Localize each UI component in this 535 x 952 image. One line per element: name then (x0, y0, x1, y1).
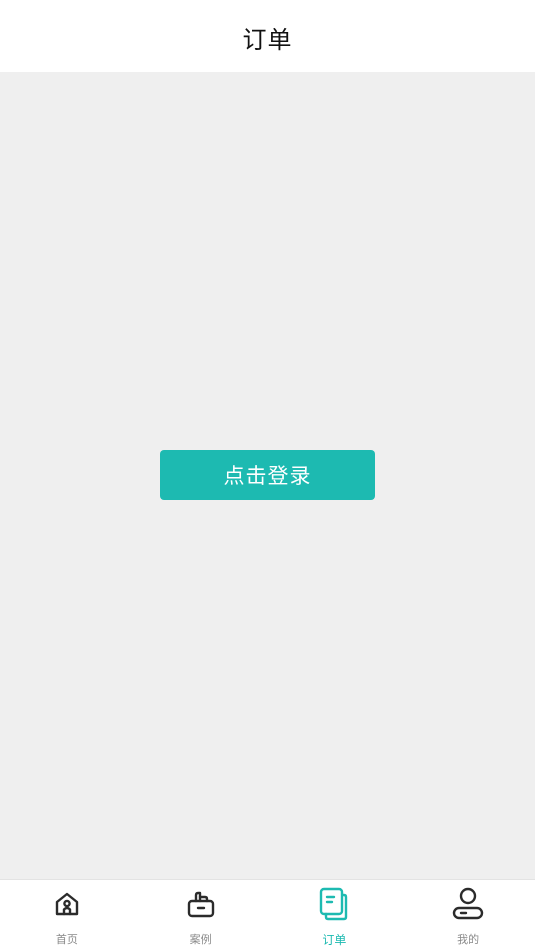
order-icon (316, 886, 352, 922)
profile-icon (450, 886, 486, 922)
top-bar: 订单 (0, 0, 535, 72)
tab-orders[interactable]: 订单 (268, 880, 402, 952)
tab-home-label: 首页 (55, 933, 78, 946)
tab-orders-label: 订单 (322, 933, 347, 947)
main-content: 点击登录 (0, 72, 535, 879)
login-button[interactable]: 点击登录 (160, 450, 375, 500)
case-icon (183, 886, 219, 922)
tab-profile-label: 我的 (457, 933, 480, 946)
home-icon (49, 886, 85, 922)
page-title: 订单 (242, 25, 293, 54)
tab-home[interactable]: 首页 (0, 880, 134, 952)
bottom-tab-bar: 首页 案例 订单 我的 (0, 879, 535, 952)
tab-cases-label: 案例 (189, 933, 212, 946)
tab-cases[interactable]: 案例 (134, 880, 268, 952)
tab-profile[interactable]: 我的 (401, 880, 535, 952)
app-screen: 订单 点击登录 首页 案例 订单 我的 (0, 0, 535, 952)
